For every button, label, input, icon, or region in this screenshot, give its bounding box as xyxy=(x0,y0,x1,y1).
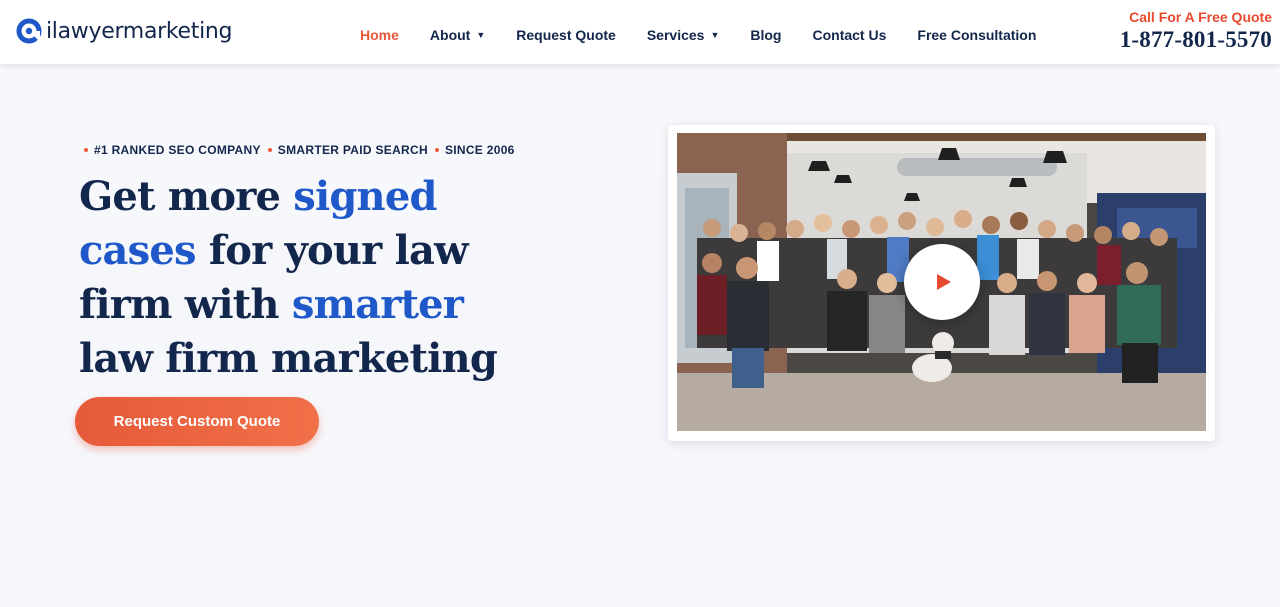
main-nav: Home About ▼ Request Quote Services ▼ Bl… xyxy=(360,0,1036,70)
logo-text: ilawyermarketing xyxy=(46,18,233,44)
chevron-down-icon: ▼ xyxy=(710,29,720,40)
nav-item-about[interactable]: About ▼ xyxy=(430,27,485,43)
play-button[interactable] xyxy=(904,244,980,320)
eyebrow-text: SINCE 2006 xyxy=(444,143,515,157)
nav-label: Request Quote xyxy=(516,27,616,43)
nav-item-request-quote[interactable]: Request Quote xyxy=(516,27,616,43)
headline-highlight: smarter xyxy=(291,281,464,328)
nav-label: Free Consultation xyxy=(917,27,1037,43)
eyebrow-text: #1 RANKED SEO COMPANY xyxy=(94,143,261,157)
nav-item-free-consultation[interactable]: Free Consultation xyxy=(917,27,1036,43)
headline-text: Get more xyxy=(79,173,294,220)
bullet-dot-icon xyxy=(434,148,439,152)
call-block: Call For A Free Quote 1-877-801-5570 xyxy=(1120,8,1272,54)
nav-item-contact-us[interactable]: Contact Us xyxy=(812,27,886,43)
eyebrow-item: SMARTER PAID SEARCH xyxy=(267,143,428,157)
video-card xyxy=(668,125,1215,441)
hero-eyebrow: #1 RANKED SEO COMPANY SMARTER PAID SEARC… xyxy=(84,143,522,157)
logo-icon xyxy=(16,18,42,44)
site-header: ilawyermarketing Home About ▼ Request Qu… xyxy=(0,0,1280,64)
headline-highlight: cases xyxy=(79,227,197,274)
phone-link[interactable]: 1-877-801-5570 xyxy=(1120,26,1272,54)
nav-label: Home xyxy=(360,27,399,43)
request-custom-quote-button[interactable]: Request Custom Quote xyxy=(75,397,319,446)
nav-label: Contact Us xyxy=(812,27,887,43)
nav-label: Blog xyxy=(750,27,782,43)
headline-text: law firm marketing xyxy=(79,335,498,382)
chevron-down-icon: ▼ xyxy=(476,29,486,40)
headline-highlight: signed xyxy=(293,173,437,220)
nav-item-home[interactable]: Home xyxy=(360,27,399,43)
logo[interactable]: ilawyermarketing xyxy=(16,16,233,46)
bullet-dot-icon xyxy=(267,148,272,152)
eyebrow-item: #1 RANKED SEO COMPANY xyxy=(84,143,261,157)
eyebrow-item: SINCE 2006 xyxy=(434,143,515,157)
play-icon xyxy=(937,274,951,290)
nav-label: About xyxy=(429,27,471,43)
bullet-dot-icon xyxy=(84,148,88,152)
eyebrow-text: SMARTER PAID SEARCH xyxy=(277,143,428,157)
nav-label: Services xyxy=(646,27,705,43)
video-thumbnail[interactable] xyxy=(677,133,1206,431)
nav-item-blog[interactable]: Blog xyxy=(750,27,781,43)
hero-headline: Get more signed cases for your law firm … xyxy=(79,170,499,386)
nav-item-services[interactable]: Services ▼ xyxy=(647,27,720,43)
call-label: Call For A Free Quote xyxy=(1129,9,1272,25)
